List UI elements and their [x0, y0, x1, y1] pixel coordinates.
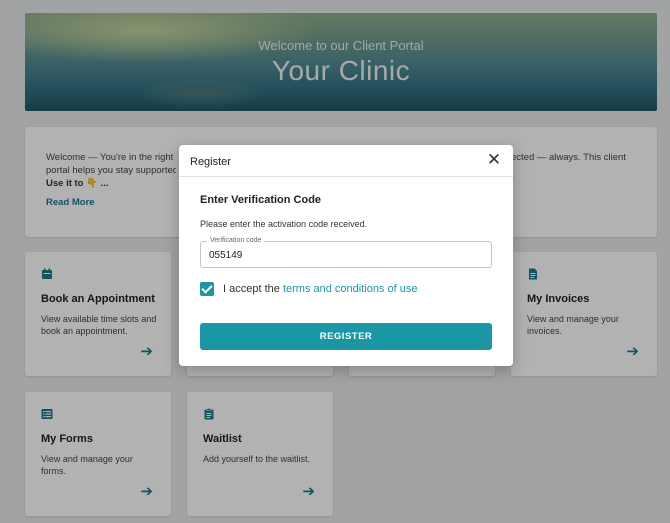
- dialog-header: Register ✕: [179, 145, 513, 177]
- accept-terms-checkbox[interactable]: [200, 282, 214, 296]
- verification-code-field[interactable]: Verification code: [200, 237, 492, 268]
- verification-code-input[interactable]: [209, 249, 479, 262]
- accept-terms-label: I accept the terms and conditions of use: [223, 283, 418, 295]
- verification-code-label: Verification code: [207, 237, 265, 244]
- terms-link[interactable]: terms and conditions of use: [283, 283, 418, 295]
- register-button[interactable]: REGISTER: [200, 323, 492, 350]
- verification-instructions: Please enter the activation code receive…: [200, 219, 368, 229]
- verification-heading: Enter Verification Code: [200, 194, 322, 206]
- close-icon[interactable]: ✕: [485, 151, 503, 169]
- dialog-title: Register: [190, 156, 231, 168]
- register-dialog: Register ✕ Enter Verification Code Pleas…: [179, 145, 513, 366]
